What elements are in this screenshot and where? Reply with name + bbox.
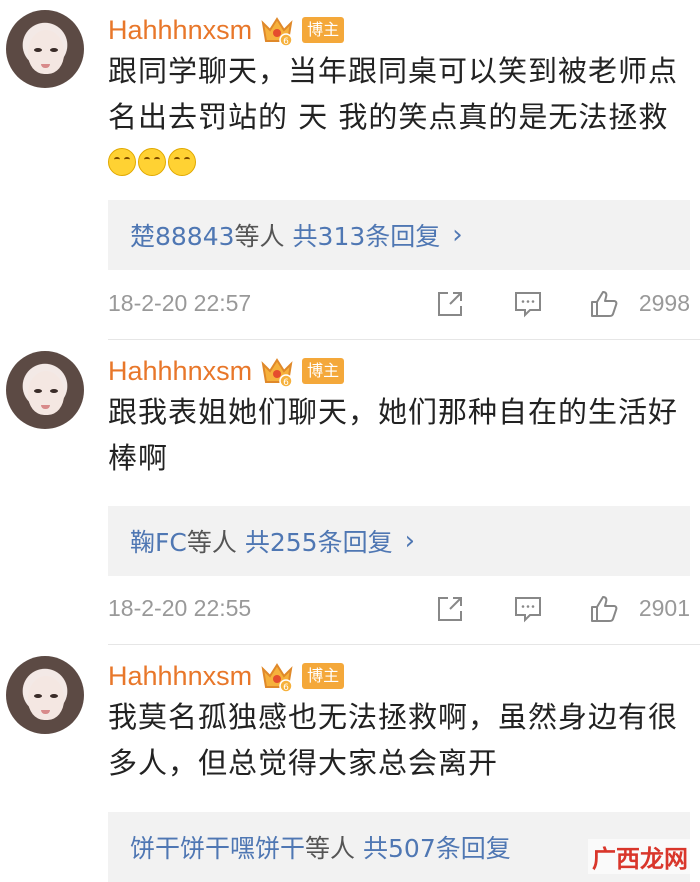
avatar[interactable] xyxy=(6,10,84,88)
reply-count[interactable]: 共313条回复 xyxy=(293,217,441,253)
comment-item: Hahhhnxsm 6 博主 跟我表姐她们聊天，她们那种自在的生活好棒啊 鞠FC… xyxy=(0,341,700,645)
author-badge: 博主 xyxy=(302,663,345,689)
comment-header: Hahhhnxsm 6 博主 xyxy=(108,351,345,391)
comment-item: Hahhhnxsm 6 博主 跟同学聊天，当年跟同桌可以笑到被老师点名出去罚站的… xyxy=(0,0,700,340)
chevron-right-icon: › xyxy=(452,220,463,250)
crown-icon: 6 xyxy=(260,13,294,47)
comment-header: Hahhhnxsm 6 博主 xyxy=(108,10,345,50)
thumbs-up-icon[interactable] xyxy=(588,288,620,324)
avatar[interactable] xyxy=(6,656,84,734)
reply-count[interactable]: 共507条回复 xyxy=(363,829,511,865)
comment-icon[interactable] xyxy=(512,593,544,629)
comment-meta: 18-2-20 22:57 2998 xyxy=(108,286,690,326)
watermark-logo: 广西龙网 xyxy=(588,839,692,874)
reply-names[interactable]: 鞠FC xyxy=(130,523,187,559)
thumbs-up-icon[interactable] xyxy=(588,593,620,629)
reply-mid: 等人 xyxy=(234,222,285,251)
crown-icon: 6 xyxy=(260,659,294,693)
timestamp: 18-2-20 22:55 xyxy=(108,595,252,621)
username[interactable]: Hahhhnxsm xyxy=(108,356,252,387)
divider xyxy=(108,644,700,645)
svg-text:6: 6 xyxy=(283,37,289,47)
chevron-right-icon: › xyxy=(404,526,415,556)
share-icon[interactable] xyxy=(434,593,466,629)
author-badge: 博主 xyxy=(302,17,345,43)
reply-mid: 等人 xyxy=(305,834,356,863)
author-badge: 博主 xyxy=(302,358,345,384)
reply-summary[interactable]: 鞠FC 等人 共255条回复 › xyxy=(108,506,690,576)
divider xyxy=(108,339,700,340)
username[interactable]: Hahhhnxsm xyxy=(108,661,252,692)
laugh-cry-emoji-icon xyxy=(138,148,166,176)
reply-count[interactable]: 共255条回复 xyxy=(245,523,393,559)
comment-body: 跟我表姐她们聊天，她们那种自在的生活好棒啊 xyxy=(108,395,679,475)
reply-summary[interactable]: 楚88843 等人 共313条回复 › xyxy=(108,200,690,270)
like-count: 2998 xyxy=(638,290,690,316)
share-icon[interactable] xyxy=(434,288,466,324)
comment-body: 跟同学聊天，当年跟同桌可以笑到被老师点名出去罚站的 天 我的笑点真的是无法拯救 xyxy=(108,54,679,134)
laugh-cry-emoji-icon xyxy=(168,148,196,176)
like-count: 2901 xyxy=(638,595,690,621)
comment-text: 跟同学聊天，当年跟同桌可以笑到被老师点名出去罚站的 天 我的笑点真的是无法拯救 xyxy=(108,48,688,186)
reply-names[interactable]: 楚88843 xyxy=(130,217,235,253)
reply-mid: 等人 xyxy=(186,528,237,557)
svg-text:6: 6 xyxy=(283,378,289,388)
reply-names[interactable]: 饼干饼干嘿饼干 xyxy=(130,829,305,865)
laugh-cry-emoji-icon xyxy=(108,148,136,176)
comment-text: 跟我表姐她们聊天，她们那种自在的生活好棒啊 xyxy=(108,389,688,481)
comment-header: Hahhhnxsm 6 博主 xyxy=(108,656,345,696)
comment-body: 我莫名孤独感也无法拯救啊，虽然身边有很多人，但总觉得大家总会离开 xyxy=(108,700,679,780)
crown-icon: 6 xyxy=(260,354,294,388)
username[interactable]: Hahhhnxsm xyxy=(108,15,252,46)
comment-meta: 18-2-20 22:55 2901 xyxy=(108,591,690,631)
svg-text:6: 6 xyxy=(283,683,289,693)
avatar[interactable] xyxy=(6,351,84,429)
timestamp: 18-2-20 22:57 xyxy=(108,290,252,316)
comment-text: 我莫名孤独感也无法拯救啊，虽然身边有很多人，但总觉得大家总会离开 xyxy=(108,694,688,786)
comment-icon[interactable] xyxy=(512,288,544,324)
